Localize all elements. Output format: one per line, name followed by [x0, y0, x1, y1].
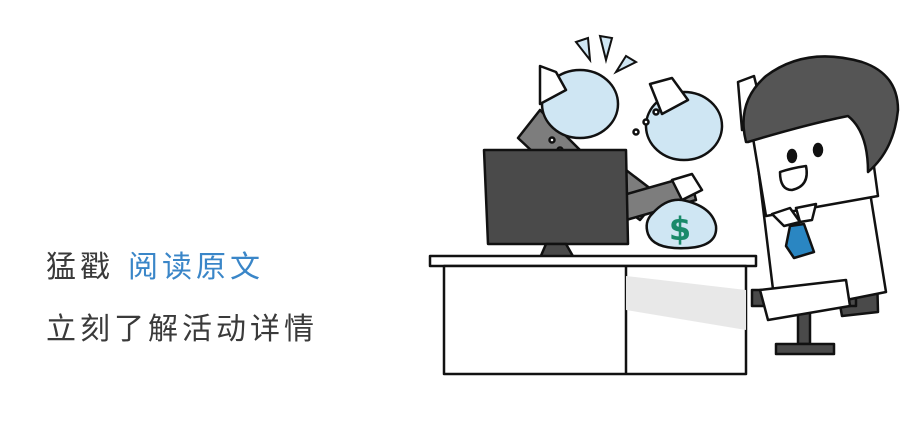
dollar-sign: $	[669, 210, 691, 248]
monitor	[482, 148, 630, 266]
sparkle-icon	[574, 34, 639, 75]
cheering-man	[736, 55, 900, 322]
office-illustration: $	[428, 34, 900, 376]
desk	[428, 254, 758, 376]
